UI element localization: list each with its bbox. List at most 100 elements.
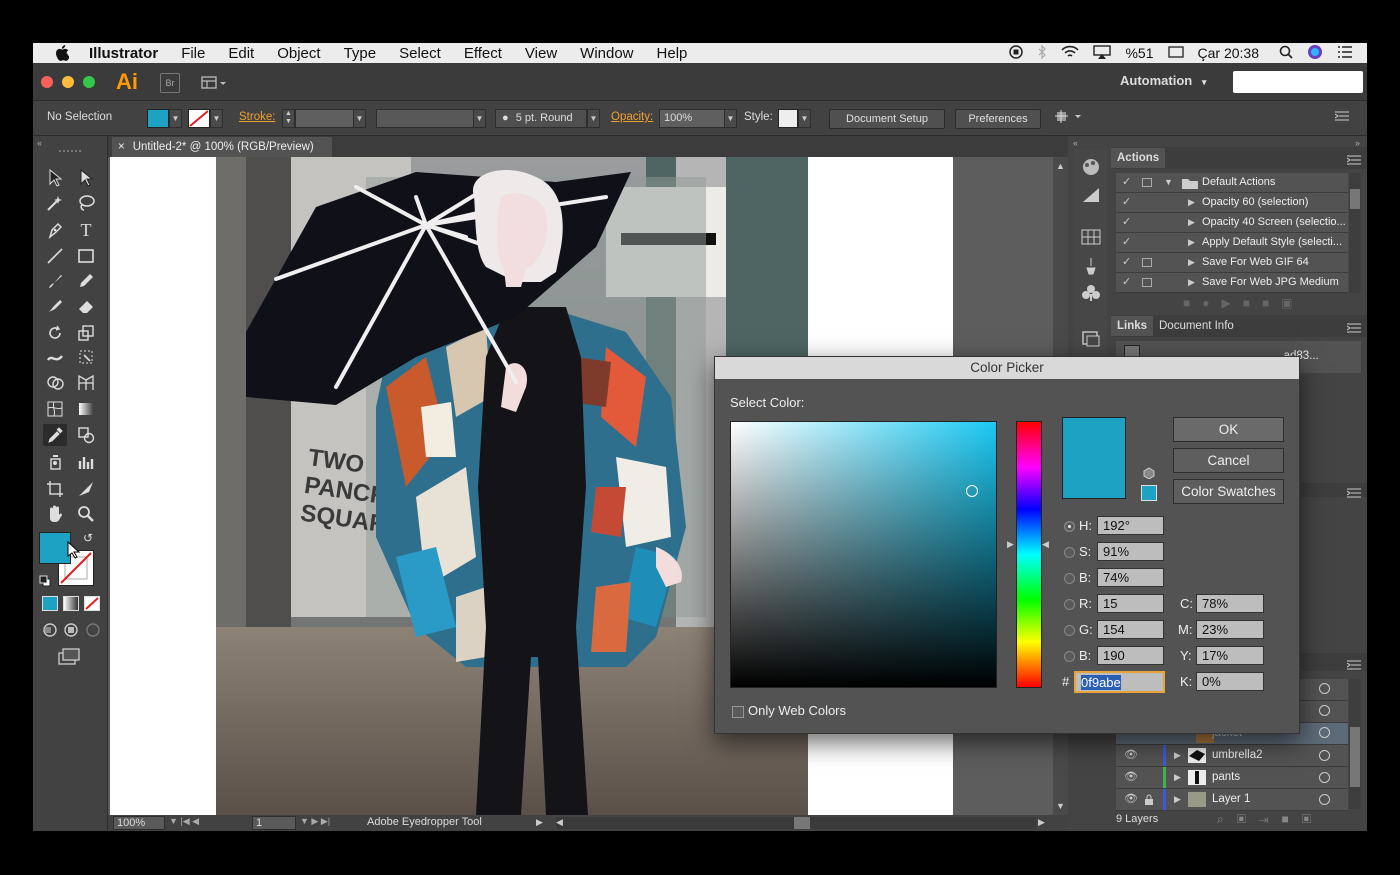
minimize-window-icon[interactable] bbox=[62, 76, 74, 88]
visibility-eye-icon[interactable]: 👁 bbox=[1124, 767, 1138, 788]
lock-icon[interactable] bbox=[1144, 793, 1154, 814]
toggle-item-check-icon[interactable]: ✓ bbox=[1122, 173, 1131, 192]
layer-row-layer-1[interactable]: 👁 ▶ Layer 1 bbox=[1116, 789, 1348, 811]
saturation-brightness-field[interactable] bbox=[730, 421, 997, 688]
actions-tab[interactable]: Actions bbox=[1111, 148, 1166, 168]
toggle-item-check-icon[interactable]: ✓ bbox=[1122, 253, 1131, 272]
scroll-up-icon[interactable]: ▲ bbox=[1056, 161, 1065, 171]
eyedropper-tool-icon[interactable] bbox=[43, 424, 67, 446]
links-tab[interactable]: Links bbox=[1111, 316, 1154, 336]
scroll-right-icon[interactable]: ▶ bbox=[1038, 817, 1045, 828]
blue-radio[interactable] bbox=[1064, 651, 1075, 662]
hand-tool-icon[interactable] bbox=[43, 503, 67, 525]
action-row-save-jpg[interactable]: ✓ ▶ Save For Web JPG Medium bbox=[1116, 273, 1348, 293]
layer-row-umbrella2[interactable]: 👁 ▶ umbrella2 bbox=[1116, 745, 1348, 767]
hue-field[interactable]: 192° bbox=[1097, 516, 1164, 535]
panel-menu-icon[interactable] bbox=[1346, 152, 1361, 170]
arrange-icon[interactable] bbox=[1055, 109, 1087, 128]
toggle-item-check-icon[interactable]: ✓ bbox=[1122, 233, 1131, 252]
brushes-panel-icon[interactable] bbox=[1081, 256, 1101, 281]
color-marker[interactable] bbox=[966, 485, 978, 497]
magenta-field[interactable]: 23% bbox=[1196, 620, 1264, 639]
variable-width-field[interactable] bbox=[376, 109, 474, 128]
bridge-button[interactable]: Br bbox=[160, 73, 180, 93]
workspace-switcher[interactable]: Automation ▾ bbox=[1120, 73, 1206, 88]
menu-edit[interactable]: Edit bbox=[228, 45, 254, 62]
opacity-dropdown-icon[interactable]: ▼ bbox=[724, 109, 737, 128]
fill-swatch[interactable] bbox=[147, 109, 169, 128]
ok-button[interactable]: OK bbox=[1173, 417, 1284, 442]
visibility-eye-icon[interactable]: 👁 bbox=[1124, 745, 1138, 766]
clock-text[interactable]: Çar 20:38 bbox=[1198, 45, 1259, 61]
brush-field[interactable]: ● 5 pt. Round bbox=[495, 109, 587, 128]
dialog-toggle-icon[interactable] bbox=[1142, 278, 1152, 287]
zoom-field[interactable]: 100% bbox=[113, 816, 165, 830]
color-guide-icon[interactable] bbox=[1081, 158, 1101, 181]
expand-triangle-icon[interactable]: ▶ bbox=[1174, 745, 1181, 766]
stroke-weight-stepper[interactable]: ▲ ▼ bbox=[282, 109, 295, 128]
expand-triangle-icon[interactable]: ▶ bbox=[1188, 253, 1195, 272]
expand-triangle-icon[interactable]: ▶ bbox=[1188, 213, 1195, 232]
pencil-tool-icon[interactable] bbox=[74, 270, 98, 292]
menu-object[interactable]: Object bbox=[277, 45, 320, 62]
red-field[interactable]: 15 bbox=[1097, 594, 1164, 613]
fill-dropdown-icon[interactable]: ▼ bbox=[169, 109, 182, 128]
horizontal-scrollbar[interactable] bbox=[556, 817, 1036, 829]
toggle-item-check-icon[interactable]: ✓ bbox=[1122, 273, 1131, 292]
direct-selection-tool-icon[interactable] bbox=[74, 167, 98, 189]
swatches-panel-icon[interactable] bbox=[1081, 228, 1101, 251]
panel-menu-icon[interactable] bbox=[1346, 485, 1361, 503]
hue-slider-right-arrow-icon[interactable]: ◀ bbox=[1042, 539, 1049, 550]
action-row-save-gif[interactable]: ✓▶Save For Web GIF 64 Dither... bbox=[1116, 253, 1348, 287]
action-row-apply-default-style[interactable]: ✓ ▶ Apply Default Style (selecti... bbox=[1116, 233, 1348, 253]
notification-center-icon[interactable] bbox=[1337, 45, 1353, 62]
black-field[interactable]: 0% bbox=[1196, 672, 1264, 691]
menu-type[interactable]: Type bbox=[344, 45, 377, 62]
artboard-nav-icon[interactable]: ▼ ▶ ▶| bbox=[300, 816, 330, 827]
shape-builder-tool-icon[interactable] bbox=[43, 372, 67, 394]
pen-tool-icon[interactable] bbox=[43, 219, 67, 241]
target-icon[interactable] bbox=[1319, 705, 1330, 716]
actions-scrollbar[interactable] bbox=[1349, 173, 1361, 293]
document-tab[interactable]: × Untitled-2* @ 100% (RGB/Preview) bbox=[112, 137, 332, 157]
menu-window[interactable]: Window bbox=[580, 45, 633, 62]
target-icon[interactable] bbox=[1319, 772, 1330, 783]
stroke-weight-field[interactable] bbox=[295, 109, 355, 128]
stroke-label[interactable]: Stroke: bbox=[239, 111, 275, 123]
document-info-tab[interactable]: Document Info bbox=[1153, 316, 1240, 336]
close-tab-icon[interactable]: × bbox=[118, 141, 125, 153]
menu-help[interactable]: Help bbox=[657, 45, 688, 62]
visibility-eye-icon[interactable]: 👁 bbox=[1124, 789, 1138, 810]
close-window-icon[interactable] bbox=[41, 76, 53, 88]
brightness-radio[interactable] bbox=[1064, 573, 1075, 584]
stroke-panel-icon[interactable] bbox=[1081, 330, 1101, 353]
type-tool-icon[interactable]: T bbox=[74, 219, 98, 241]
stroke-dropdown-icon[interactable]: ▼ bbox=[210, 109, 223, 128]
paintbrush-tool-icon[interactable] bbox=[43, 270, 67, 292]
gradient-tool-icon[interactable] bbox=[74, 398, 98, 420]
gradient-panel-icon[interactable] bbox=[1081, 186, 1101, 209]
artboard-tool-icon[interactable] bbox=[43, 478, 67, 500]
layer-row-pants[interactable]: 👁 ▶ pants bbox=[1116, 767, 1348, 789]
brush-dropdown-icon[interactable]: ▼ bbox=[587, 109, 600, 128]
expand-triangle-icon[interactable]: ▶ bbox=[1188, 193, 1195, 212]
scale-tool-icon[interactable] bbox=[74, 322, 98, 344]
dialog-toggle-icon[interactable] bbox=[1142, 178, 1152, 187]
screen-mode-icon[interactable] bbox=[58, 648, 80, 671]
eraser-tool-icon[interactable] bbox=[74, 295, 98, 317]
menu-view[interactable]: View bbox=[525, 45, 557, 62]
blend-tool-icon[interactable] bbox=[74, 424, 98, 446]
preferences-button[interactable]: Preferences bbox=[955, 109, 1041, 129]
panel-menu-icon[interactable] bbox=[1346, 320, 1361, 338]
yellow-field[interactable]: 17% bbox=[1196, 646, 1264, 665]
column-graph-tool-icon[interactable] bbox=[74, 451, 98, 473]
symbols-panel-icon[interactable] bbox=[1081, 284, 1101, 307]
menu-effect[interactable]: Effect bbox=[464, 45, 502, 62]
symbol-sprayer-tool-icon[interactable] bbox=[43, 451, 67, 473]
wifi-icon[interactable] bbox=[1061, 45, 1080, 62]
color-mode-icon[interactable] bbox=[42, 596, 58, 611]
cyan-field[interactable]: 78% bbox=[1196, 594, 1264, 613]
panel-grip[interactable] bbox=[59, 150, 81, 152]
hex-field[interactable]: 0f9abe bbox=[1074, 671, 1165, 693]
out-of-gamut-cube-icon[interactable] bbox=[1143, 466, 1155, 484]
